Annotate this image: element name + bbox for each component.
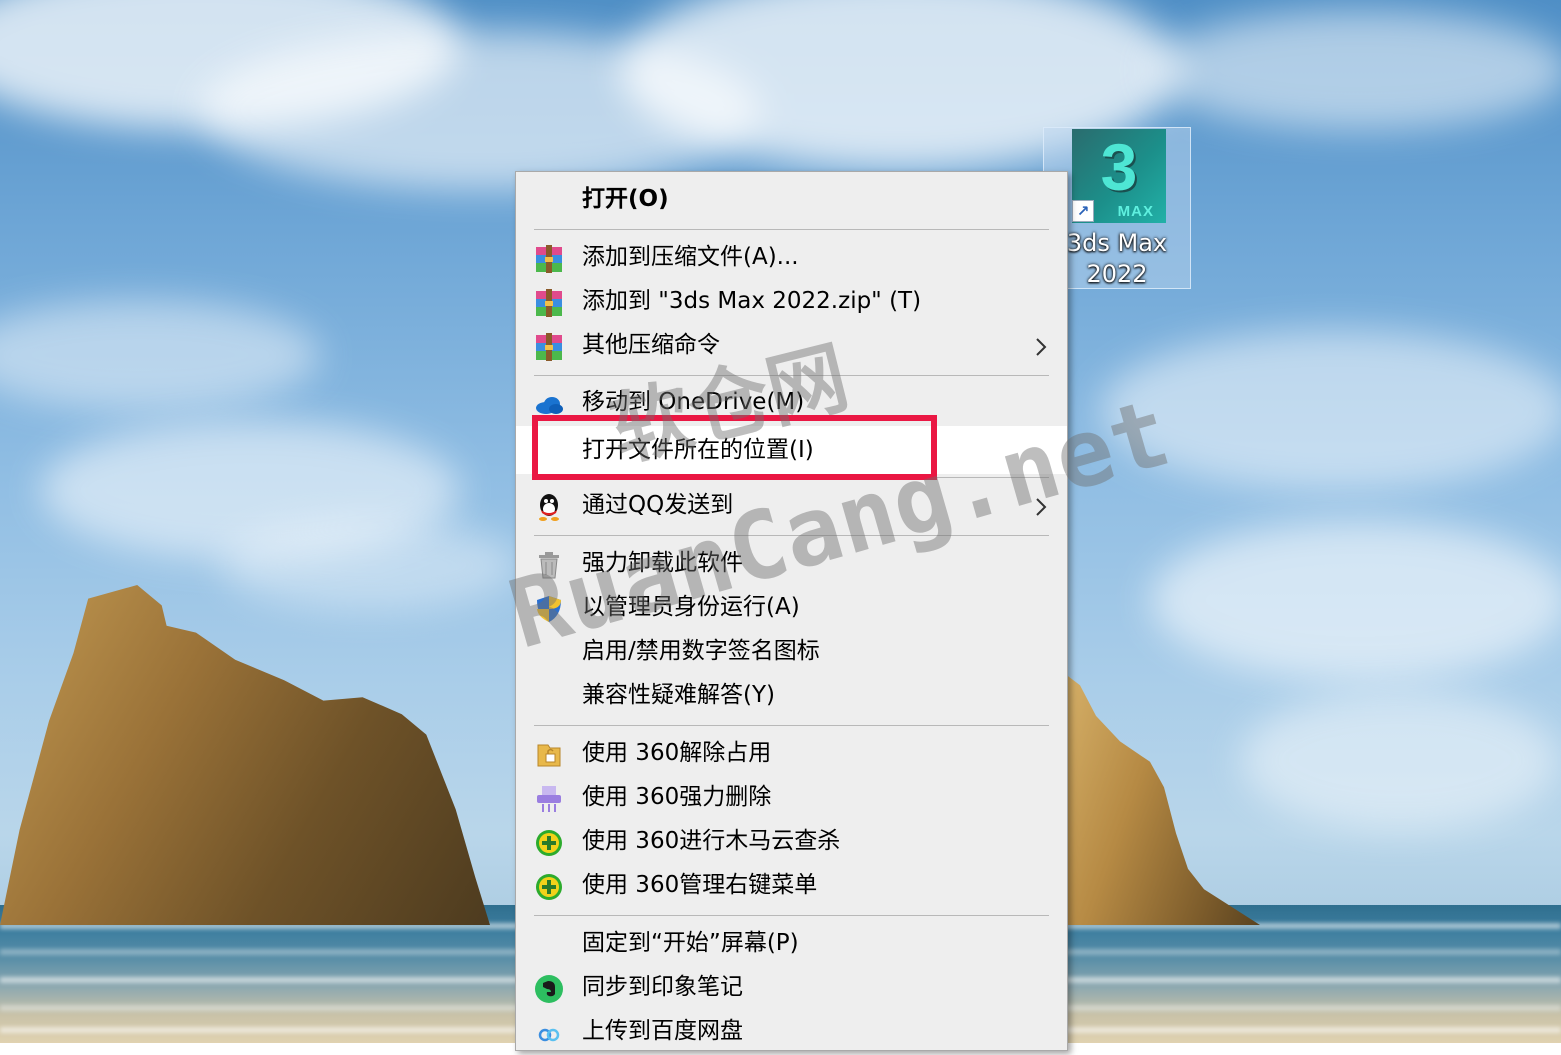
menu-item-other-compress[interactable]: 其他压缩命令 [516,325,1067,369]
menu-item-360-unlock[interactable]: 使用 360解除占用 [516,733,1067,777]
chevron-right-icon [1036,338,1047,356]
app-icon-number: 3 [1100,130,1138,204]
menu-item-label: 以管理员身份运行(A) [582,594,800,620]
menu-separator [534,915,1049,916]
evernote-icon [535,975,563,1003]
annotation-highlight-box [532,415,937,480]
shredder-icon [537,786,561,812]
menu-item-upload-baidu-netdisk[interactable]: 上传到百度网盘 [516,1011,1067,1055]
menu-item-label: 兼容性疑难解答(Y) [582,682,775,708]
menu-item-digital-signature-icon[interactable]: 启用/禁用数字签名图标 [516,631,1067,675]
menu-item-sync-to-evernote[interactable]: 同步到印象笔记 [516,967,1067,1011]
app-icon-text: MAX [1117,203,1154,220]
chevron-right-icon [1036,498,1047,516]
menu-item-label: 通过QQ发送到 [582,492,734,518]
trash-icon [539,552,559,579]
unlock-file-icon [537,744,561,767]
menu-item-360-manage-context-menu[interactable]: 使用 360管理右键菜单 [516,865,1067,909]
menu-separator [534,375,1049,376]
menu-item-label: 固定到“开始”屏幕(P) [582,930,799,956]
uac-shield-icon [537,596,561,622]
menu-separator [534,535,1049,536]
winrar-icon [536,333,562,361]
360-plus-icon [536,830,562,856]
menu-item-troubleshoot-compat[interactable]: 兼容性疑难解答(Y) [516,675,1067,719]
baidu-netdisk-icon [538,1028,560,1042]
qq-icon [539,494,559,521]
menu-item-label: 使用 360强力删除 [582,784,772,810]
menu-item-label: 添加到 "3ds Max 2022.zip" (T) [582,288,922,314]
menu-item-360-trojan-scan[interactable]: 使用 360进行木马云查杀 [516,821,1067,865]
menu-item-label: 上传到百度网盘 [582,1018,743,1044]
menu-item-run-as-admin[interactable]: 以管理员身份运行(A) [516,587,1067,631]
menu-item-label: 其他压缩命令 [582,332,720,358]
menu-item-pin-to-start[interactable]: 固定到“开始”屏幕(P) [516,923,1067,967]
menu-item-360-force-delete[interactable]: 使用 360强力删除 [516,777,1067,821]
menu-item-label: 强力卸载此软件 [582,550,743,576]
menu-item-label: 使用 360管理右键菜单 [582,872,818,898]
winrar-icon [536,289,562,317]
menu-item-label: 打开(O) [582,186,669,212]
rock-formation-right [1060,670,1260,925]
winrar-icon [536,245,562,273]
menu-item-label: 同步到印象笔记 [582,974,743,1000]
360-plus-icon [536,874,562,900]
menu-item-label: 添加到压缩文件(A)... [582,244,799,270]
menu-item-force-uninstall[interactable]: 强力卸载此软件 [516,543,1067,587]
menu-item-add-to-zip[interactable]: 添加到 "3ds Max 2022.zip" (T) [516,281,1067,325]
menu-separator [534,229,1049,230]
shortcut-arrow-icon: ↗ [1072,200,1094,222]
menu-item-add-to-archive[interactable]: 添加到压缩文件(A)... [516,237,1067,281]
menu-item-open[interactable]: 打开(O) [516,179,1067,223]
menu-item-label: 使用 360解除占用 [582,740,772,766]
menu-item-label: 启用/禁用数字签名图标 [582,638,820,664]
context-menu: 打开(O) 添加到压缩文件(A)... 添加到 "3ds Max 2022.zi… [515,171,1068,1051]
rock-formation-left [0,585,490,925]
menu-item-send-via-qq[interactable]: 通过QQ发送到 [516,485,1067,529]
menu-item-label: 移动到 OneDrive(M) [582,389,805,415]
menu-item-label: 使用 360进行木马云查杀 [582,828,841,854]
menu-separator [534,725,1049,726]
